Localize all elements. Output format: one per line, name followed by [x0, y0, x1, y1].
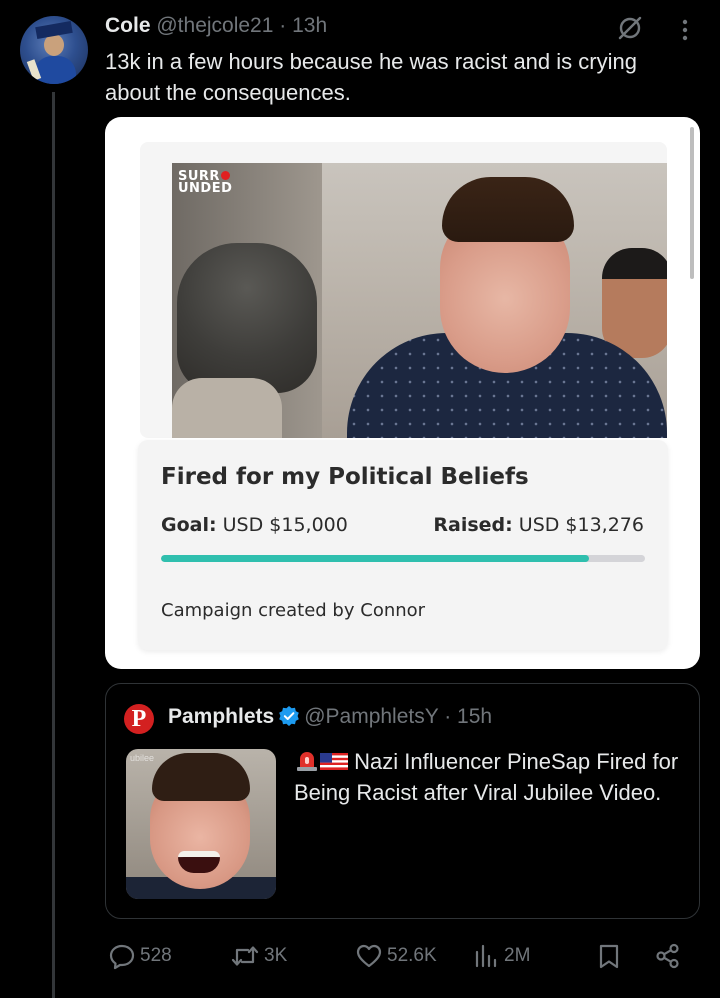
- raised-value: USD $13,276: [518, 514, 644, 536]
- views-icon: [475, 944, 497, 968]
- quote-author-name[interactable]: Pamphlets: [168, 705, 274, 728]
- like-count: 52.6K: [387, 945, 437, 966]
- more-icon[interactable]: [678, 16, 692, 44]
- siren-emoji-icon: [297, 752, 317, 771]
- logo-line-2: UNDED: [178, 181, 233, 196]
- repost-button[interactable]: 3K: [230, 936, 287, 976]
- quote-time[interactable]: · 15h: [444, 705, 492, 728]
- thread-line: [52, 92, 55, 998]
- quote-author-handle[interactable]: @PamphletsY: [304, 705, 438, 728]
- author-handle[interactable]: @thejcole21: [156, 14, 273, 37]
- grok-icon[interactable]: [616, 14, 644, 42]
- tweet-time[interactable]: · 13h: [279, 14, 327, 37]
- pamphlets-logo[interactable]: P: [124, 704, 154, 734]
- campaign-card: Fired for my Political Beliefs Goal: USD…: [138, 440, 668, 650]
- share-icon: [656, 943, 679, 969]
- goal-value: USD $15,000: [222, 514, 348, 536]
- avatar[interactable]: [20, 16, 88, 84]
- quote-header: Pamphlets @PamphletsY · 15h: [168, 705, 492, 729]
- bookmark-icon: [599, 944, 619, 969]
- campaign-video-still: SURR UNDED: [172, 163, 667, 438]
- quote-thumbnail[interactable]: ubilee: [126, 749, 276, 899]
- quote-text-body: Nazi Influencer PineSap Fired for Being …: [294, 749, 679, 805]
- tweet-text: 13k in a few hours because he was racist…: [105, 49, 637, 105]
- surrounded-logo: SURR UNDED: [178, 170, 233, 196]
- tweet-header: Cole @thejcole21 · 13h: [105, 14, 327, 38]
- creator-name: Connor: [360, 600, 426, 621]
- repost-icon: [231, 946, 259, 966]
- campaign-raised: Raised: USD $13,276: [433, 514, 644, 536]
- thumbnail-watermark: ubilee: [130, 753, 155, 763]
- image-scrollbar: [690, 127, 694, 279]
- views-count: 2M: [504, 945, 531, 966]
- share-button[interactable]: [654, 936, 682, 976]
- campaign-creator: Campaign created by Connor: [161, 600, 425, 621]
- creator-prefix: Campaign created by: [161, 600, 355, 621]
- reply-icon: [109, 944, 135, 970]
- like-button[interactable]: 52.6K: [355, 936, 437, 976]
- action-bar: 528 3K 52.6K 2M: [0, 936, 720, 976]
- verified-icon: [279, 706, 300, 726]
- bookmark-button[interactable]: [596, 936, 622, 976]
- us-flag-emoji-icon: [320, 753, 348, 770]
- like-icon: [356, 944, 382, 968]
- progress-bar-fill: [161, 555, 590, 562]
- campaign-goal: Goal: USD $15,000: [161, 514, 348, 536]
- quote-text: Nazi Influencer PineSap Fired for Being …: [294, 746, 686, 808]
- reply-count: 528: [140, 945, 172, 966]
- repost-count: 3K: [264, 945, 288, 966]
- raised-label: Raised:: [433, 514, 513, 536]
- campaign-title: Fired for my Political Beliefs: [161, 464, 529, 490]
- reply-button[interactable]: 528: [108, 936, 172, 976]
- goal-label: Goal:: [161, 514, 217, 536]
- views-button[interactable]: 2M: [472, 936, 530, 976]
- progress-bar: [161, 555, 645, 562]
- author-name[interactable]: Cole: [105, 14, 151, 37]
